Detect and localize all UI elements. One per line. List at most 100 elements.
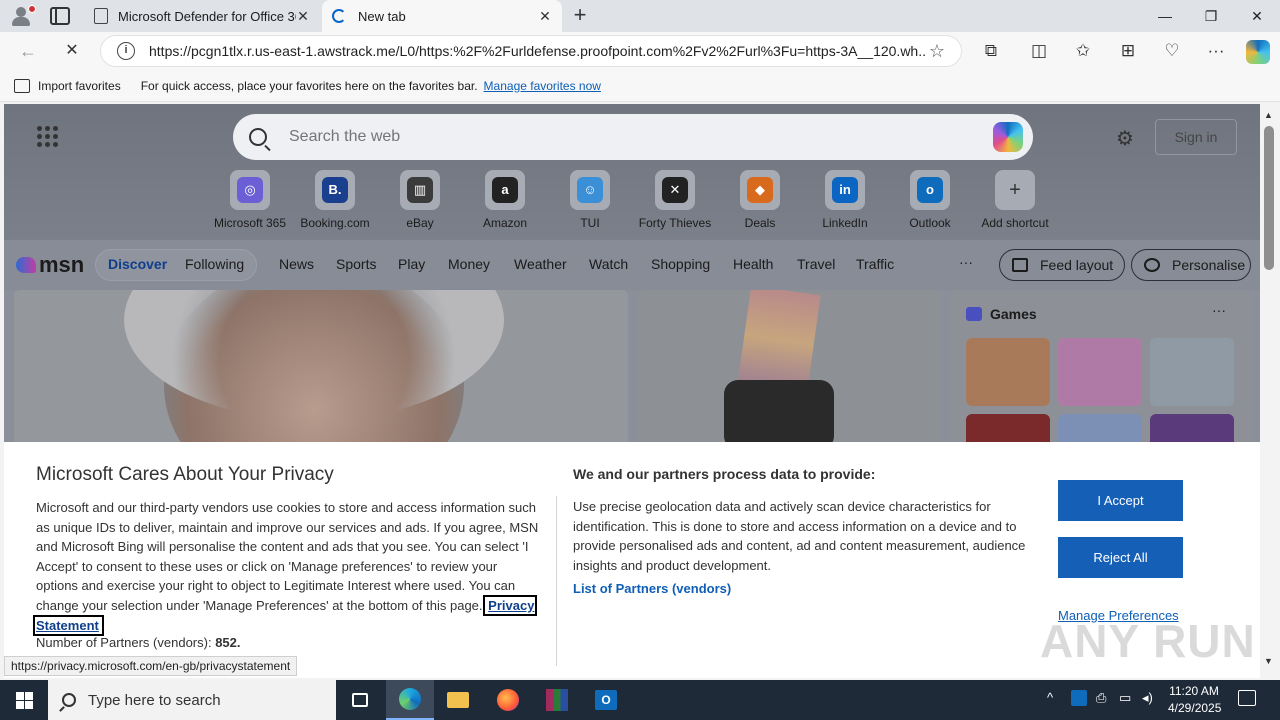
manage-favorites-link[interactable]: Manage favorites now — [484, 79, 601, 93]
stop-loading-button[interactable]: ✕ — [60, 40, 84, 64]
tab-discover[interactable]: Discover — [108, 256, 167, 272]
web-search-box[interactable]: Search the web — [233, 114, 1033, 160]
personalise-button[interactable]: Personalise — [1131, 249, 1251, 281]
more-menu-icon[interactable]: ··· — [1205, 41, 1227, 63]
edge-taskbar-icon[interactable] — [386, 680, 434, 720]
shortcut-tile: ▥ — [400, 170, 440, 210]
taskbar-search[interactable]: Type here to search — [48, 680, 336, 720]
file-explorer-icon[interactable] — [434, 680, 482, 720]
hero-news-card[interactable] — [14, 290, 628, 450]
task-view-icon[interactable] — [336, 680, 384, 720]
nav-traffic[interactable]: Traffic — [856, 256, 894, 272]
taskbar-search-placeholder[interactable]: Type here to search — [88, 692, 221, 709]
accept-button[interactable]: I Accept — [1058, 480, 1183, 521]
outlook-tray-icon[interactable] — [1071, 690, 1087, 706]
back-button[interactable]: ← — [16, 40, 40, 64]
nav-travel[interactable]: Travel — [797, 256, 835, 272]
volume-icon[interactable]: ◂) — [1142, 690, 1153, 706]
shortcut-forty-thieves[interactable]: ✕ Forty Thieves — [630, 170, 720, 230]
shortcut-tui[interactable]: ☺ TUI — [545, 170, 635, 230]
tab-new-tab[interactable]: New tab ✕ — [322, 0, 562, 32]
privacy-consent-dialog: Microsoft Cares About Your Privacy Micro… — [4, 442, 1260, 678]
shortcut-tile: + — [995, 170, 1035, 210]
game-tile[interactable] — [966, 338, 1050, 406]
network-icon[interactable]: ▭ — [1119, 690, 1131, 706]
profile-icon[interactable] — [8, 4, 36, 28]
msn-logo[interactable]: msn — [16, 252, 84, 278]
scroll-up-icon[interactable]: ▲ — [1264, 110, 1273, 120]
outlook-taskbar-icon[interactable]: O — [582, 680, 630, 720]
windows-start-icon[interactable] — [0, 680, 48, 720]
sign-in-button[interactable]: Sign in — [1155, 119, 1237, 155]
shortcut-tile: o — [910, 170, 950, 210]
tab-actions-icon[interactable] — [50, 7, 70, 25]
tab-defender[interactable]: Microsoft Defender for Office 365 ✕ — [84, 0, 320, 32]
shortcut-booking[interactable]: B. Booking.com — [290, 170, 380, 230]
forty-thieves-icon: ✕ — [662, 177, 688, 203]
firefox-icon[interactable] — [484, 680, 532, 720]
favorite-star-icon[interactable]: ☆ — [927, 41, 947, 62]
reject-all-button[interactable]: Reject All — [1058, 537, 1183, 578]
vendors-list-link[interactable]: List of Partners (vendors) — [573, 581, 731, 596]
shortcut-m365[interactable]: ◎ Microsoft 365 — [205, 170, 295, 230]
shortcut-add-shortcut[interactable]: + Add shortcut — [970, 170, 1060, 230]
nav-weather[interactable]: Weather — [514, 256, 567, 272]
restore-button[interactable]: ❐ — [1188, 0, 1234, 32]
performance-icon[interactable]: ♡ — [1161, 41, 1183, 63]
nav-sports[interactable]: Sports — [336, 256, 376, 272]
close-tab-icon[interactable]: ✕ — [538, 8, 552, 25]
copilot-icon[interactable] — [1246, 40, 1270, 64]
tab-strip: Microsoft Defender for Office 365 ✕ New … — [0, 0, 1280, 32]
extensions-icon[interactable]: ⧉ — [980, 41, 1002, 63]
news-card-image[interactable] — [638, 290, 940, 450]
games-more-icon[interactable]: ··· — [1212, 302, 1226, 318]
more-nav-icon[interactable]: ··· — [959, 254, 973, 270]
nav-play[interactable]: Play — [398, 256, 425, 272]
copilot-search-icon[interactable] — [993, 122, 1023, 152]
search-placeholder[interactable]: Search the web — [289, 128, 993, 146]
shortcut-linkedin[interactable]: in LinkedIn — [800, 170, 890, 230]
nav-news[interactable]: News — [279, 256, 314, 272]
scroll-thumb[interactable] — [1264, 126, 1274, 270]
game-tile[interactable] — [1058, 338, 1142, 406]
new-tab-button[interactable]: + — [568, 4, 592, 28]
shortcut-outlook[interactable]: o Outlook — [885, 170, 975, 230]
system-clock[interactable]: 11:20 AM 4/29/2025 — [1168, 683, 1221, 717]
nav-watch[interactable]: Watch — [589, 256, 628, 272]
url-text[interactable]: https://pcgn1tlx.r.us-east-1.awstrack.me… — [149, 43, 927, 59]
split-screen-icon[interactable]: ◫ — [1028, 41, 1050, 63]
loading-icon — [332, 9, 346, 23]
devices-icon[interactable]: ⎙ — [1096, 690, 1106, 706]
site-info-icon[interactable]: i — [117, 42, 135, 60]
minimize-button[interactable]: — — [1142, 0, 1188, 32]
consent-divider — [556, 496, 557, 666]
address-bar[interactable]: i https://pcgn1tlx.r.us-east-1.awstrack.… — [100, 35, 962, 67]
nav-health[interactable]: Health — [733, 256, 773, 272]
import-favorites-button[interactable]: Import favorites — [38, 79, 121, 93]
show-hidden-icons[interactable]: ^ — [1047, 690, 1053, 705]
nav-money[interactable]: Money — [448, 256, 490, 272]
scroll-down-icon[interactable]: ▼ — [1264, 656, 1273, 666]
feed-layout-button[interactable]: Feed layout — [999, 249, 1125, 281]
nav-shopping[interactable]: Shopping — [651, 256, 710, 272]
page-scrollbar[interactable]: ▲ ▼ — [1260, 104, 1280, 678]
settings-gear-icon[interactable]: ⚙ — [1116, 126, 1134, 151]
shortcut-amazon[interactable]: a Amazon — [460, 170, 550, 230]
shortcut-tile: in — [825, 170, 865, 210]
notifications-icon[interactable] — [1238, 690, 1256, 706]
shortcut-ebay[interactable]: ▥ eBay — [375, 170, 465, 230]
tab-following[interactable]: Following — [185, 256, 244, 272]
favorites-bar: Import favorites For quick access, place… — [0, 70, 1280, 102]
tab-title: New tab — [358, 8, 406, 24]
close-window-button[interactable]: ✕ — [1234, 0, 1280, 32]
close-tab-icon[interactable]: ✕ — [296, 8, 310, 25]
game-tile[interactable] — [1150, 338, 1234, 406]
layout-icon — [1012, 258, 1028, 272]
favorites-icon[interactable]: ✩ — [1072, 41, 1094, 63]
purpose-text: Use precise geolocation data and activel… — [573, 499, 1026, 573]
winrar-icon[interactable] — [533, 680, 581, 720]
collections-icon[interactable]: ⊞ — [1117, 41, 1139, 63]
partners-label: Number of Partners (vendors): — [36, 635, 212, 650]
shortcut-deals[interactable]: ◆ Deals — [715, 170, 805, 230]
apps-grid-icon[interactable] — [37, 126, 59, 148]
